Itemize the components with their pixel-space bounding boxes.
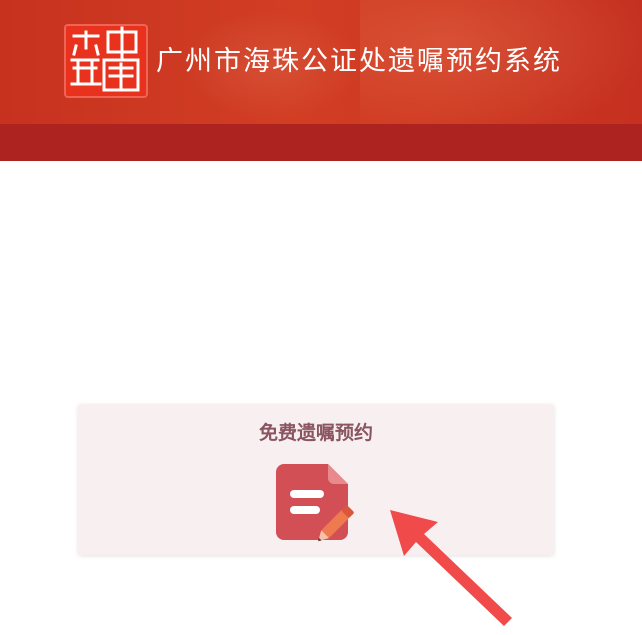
- header-band: [0, 124, 642, 161]
- header-banner: 广州市海珠公证处遗嘱预约系统: [0, 0, 642, 124]
- page-title: 广州市海珠公证处遗嘱预约系统: [156, 46, 562, 77]
- seal-icon: [70, 26, 140, 92]
- red-arrow-pointer: [390, 510, 512, 626]
- document-edit-icon[interactable]: [274, 460, 360, 542]
- notary-seal-logo: [64, 24, 148, 98]
- card-title: 免费遗嘱预约: [258, 422, 373, 444]
